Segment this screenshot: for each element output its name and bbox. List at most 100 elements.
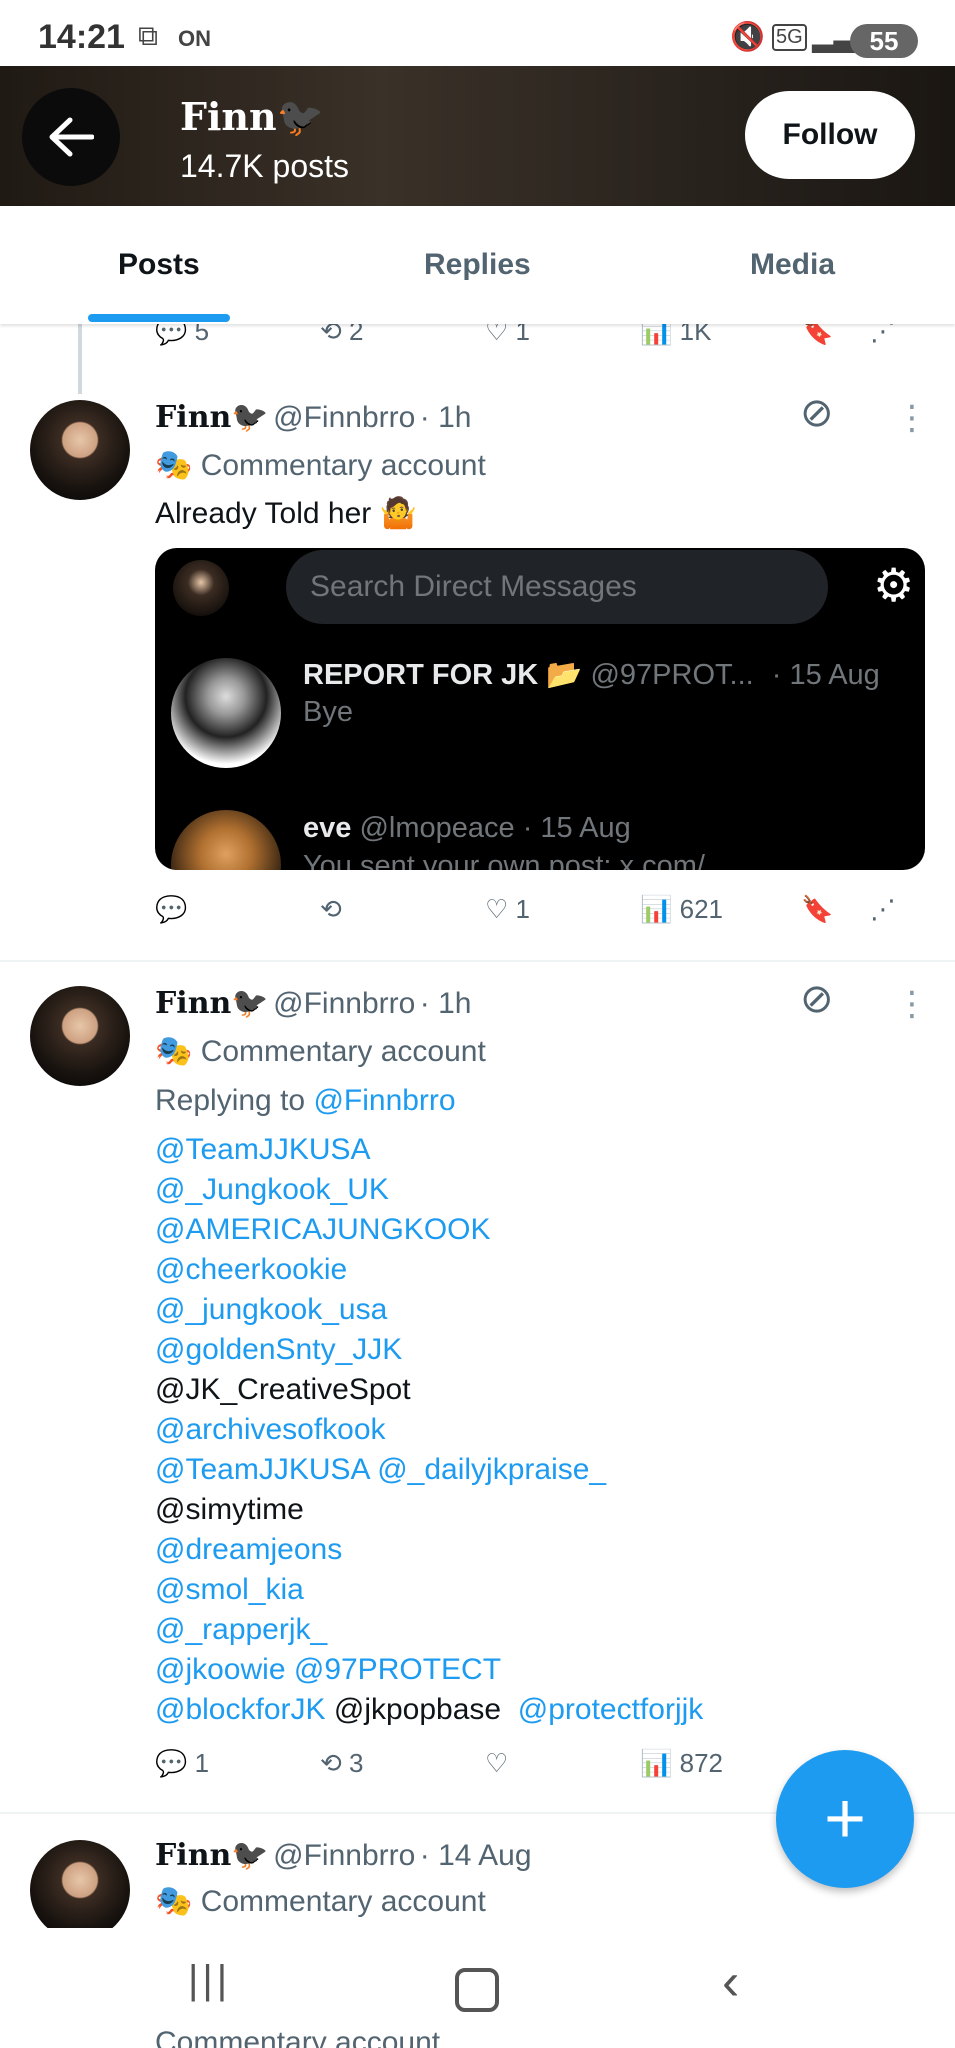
views-button[interactable]: 📊 872 xyxy=(640,1748,723,1779)
mask-icon: 🎭 xyxy=(155,1885,193,1918)
repost-count: 3 xyxy=(349,1748,364,1778)
tab-posts[interactable]: Posts xyxy=(118,248,200,282)
repost-button[interactable]: ⟲ xyxy=(320,894,342,925)
mention-text: @JK_CreativeSpot xyxy=(155,1373,411,1406)
account-label-text: Commentary account xyxy=(200,449,486,482)
system-nav-bar: ||| ‹ Commentary account xyxy=(0,1928,955,2048)
mention-link[interactable]: @goldenSnty_JJK xyxy=(155,1333,402,1366)
reply-button[interactable]: 💬 xyxy=(155,894,187,925)
more-options-icon[interactable]: ⋮ xyxy=(895,984,929,1024)
views-icon: 📊 xyxy=(640,1748,673,1778)
mention-link[interactable]: @_dailyjkpraise_ xyxy=(377,1453,606,1486)
nfc-indicator: ON xyxy=(178,26,211,51)
replying-to: Replying to @Finnbrro xyxy=(155,1084,456,1118)
mention-line: @blockforJK @jkpopbase @protectforjjk xyxy=(155,1690,703,1730)
reply-button[interactable]: 💬 1 xyxy=(155,1748,209,1779)
tab-replies[interactable]: Replies xyxy=(424,248,531,282)
avatar[interactable] xyxy=(30,986,130,1086)
mention-line: @AMERICAJUNGKOOK xyxy=(155,1210,703,1250)
recent-apps-icon[interactable]: ||| xyxy=(188,1958,231,2003)
post-actions: 💬 ⟲ ♡ 1 📊 621 🔖 ⋰ xyxy=(155,894,915,934)
status-bar: 14:21 ⧉ ON 🔇 5G ▂▃ 55 xyxy=(0,0,955,66)
account-label-text: Commentary account xyxy=(200,1885,486,1918)
grok-icon[interactable]: ⊘ xyxy=(800,390,834,436)
dm-date: · 15 Aug xyxy=(522,812,631,844)
compose-post-button[interactable]: + xyxy=(776,1750,914,1888)
mention-link[interactable]: @97PROTECT xyxy=(294,1653,501,1686)
grok-icon[interactable]: ⊘ xyxy=(800,976,834,1022)
back-nav-icon[interactable]: ‹ xyxy=(722,1952,739,2012)
dm-name: eve xyxy=(303,812,352,844)
mention-line: @goldenSnty_JJK xyxy=(155,1330,703,1370)
post-author-handle[interactable]: @Finnbrro xyxy=(273,401,415,434)
mention-link[interactable]: @_rapperjk_ xyxy=(155,1613,327,1646)
avatar[interactable] xyxy=(30,1840,130,1940)
mention-line: @_jungkook_usa xyxy=(155,1290,703,1330)
mention-link[interactable]: @blockforJK xyxy=(155,1693,326,1726)
profile-name: Finn🐦‍⬛ xyxy=(180,94,324,139)
mention-link[interactable]: @AMERICAJUNGKOOK xyxy=(155,1213,491,1246)
mention-line: @simytime xyxy=(155,1490,703,1530)
mention-link[interactable]: @archivesofkook xyxy=(155,1413,386,1446)
peek-account-label: Commentary account xyxy=(155,2026,441,2048)
account-label-text: Commentary account xyxy=(200,1035,486,1068)
dm-name: REPORT FOR JK 📂 xyxy=(303,659,583,691)
dm-screenshot-card[interactable]: Search Direct Messages ⚙ REPORT FOR JK 📂… xyxy=(155,548,925,870)
replying-prefix: Replying to xyxy=(155,1084,306,1117)
comment-icon: 💬 xyxy=(155,1748,188,1778)
avatar[interactable] xyxy=(30,400,130,500)
dm-avatar-small xyxy=(173,560,229,616)
post-time: · 14 Aug xyxy=(419,1839,532,1872)
account-label: 🎭 Commentary account xyxy=(155,1884,486,1919)
bookmark-icon[interactable]: 🔖 xyxy=(801,894,833,925)
dm-item: REPORT FOR JK 📂 @97PROT... · 15 Aug xyxy=(303,658,880,692)
post-author-name[interactable]: Finn🐦‍⬛ xyxy=(155,986,269,1021)
view-count: 621 xyxy=(679,894,723,924)
share-icon[interactable]: ⋰ xyxy=(870,894,896,925)
mention-link[interactable]: @_Jungkook_UK xyxy=(155,1173,389,1206)
follow-button[interactable]: Follow xyxy=(745,91,915,179)
home-icon[interactable] xyxy=(455,1968,499,2012)
heart-icon: ♡ xyxy=(485,894,509,924)
divider xyxy=(0,960,955,962)
views-button[interactable]: 📊 621 xyxy=(640,894,723,925)
post-author-handle[interactable]: @Finnbrro xyxy=(273,1839,415,1872)
mention-link[interactable]: @cheerkookie xyxy=(155,1253,347,1286)
post-author-handle[interactable]: @Finnbrro xyxy=(273,987,415,1020)
replying-handle-link[interactable]: @Finnbrro xyxy=(313,1084,455,1117)
mention-link[interactable]: @smol_kia xyxy=(155,1573,304,1606)
like-button[interactable]: ♡ 1 xyxy=(485,894,530,925)
like-button[interactable]: ♡ xyxy=(485,1748,508,1779)
mask-icon: 🎭 xyxy=(155,449,193,482)
dm-search-placeholder: Search Direct Messages xyxy=(310,570,637,603)
mention-link[interactable]: @TeamJJKUSA xyxy=(155,1453,369,1486)
back-button[interactable] xyxy=(22,88,120,186)
account-label: 🎭 Commentary account xyxy=(155,1034,486,1069)
post-author-name[interactable]: Finn🐦‍⬛ xyxy=(155,1838,269,1873)
mention-link[interactable]: @jkoowie xyxy=(155,1653,286,1686)
mention-line: @JK_CreativeSpot xyxy=(155,1370,703,1410)
mention-line: @archivesofkook xyxy=(155,1410,703,1450)
dm-handle: @97PROT... xyxy=(590,659,754,691)
dm-search-bar: Search Direct Messages xyxy=(286,550,828,624)
repost-icon: ⟲ xyxy=(320,894,342,924)
mask-icon: 🎭 xyxy=(155,1035,193,1068)
mention-text: @simytime xyxy=(155,1493,304,1526)
network-type: 5G xyxy=(772,24,807,51)
repost-button[interactable]: ⟲ 3 xyxy=(320,1748,364,1779)
heart-icon: ♡ xyxy=(485,1748,509,1778)
post-author-name[interactable]: Finn🐦‍⬛ xyxy=(155,400,269,435)
status-time: 14:21 xyxy=(38,18,125,56)
dm-message: You sent your own post: x.com/ xyxy=(303,850,705,870)
mention-link[interactable]: @protectforjjk xyxy=(518,1693,704,1726)
mention-link[interactable]: @_jungkook_usa xyxy=(155,1293,387,1326)
tab-media[interactable]: Media xyxy=(750,248,835,282)
mention-link[interactable]: @TeamJJKUSA xyxy=(155,1133,371,1166)
screenshot-icon: ⧉ xyxy=(138,20,158,51)
plus-icon: + xyxy=(823,1779,867,1859)
mention-link[interactable]: @dreamjeons xyxy=(155,1533,342,1566)
post-time: · 1h xyxy=(419,987,472,1020)
post-header: Finn🐦‍⬛ @Finnbrro · 14 Aug xyxy=(155,1838,532,1873)
more-options-icon[interactable]: ⋮ xyxy=(895,398,929,438)
dm-handle: @lmopeace xyxy=(359,812,515,844)
